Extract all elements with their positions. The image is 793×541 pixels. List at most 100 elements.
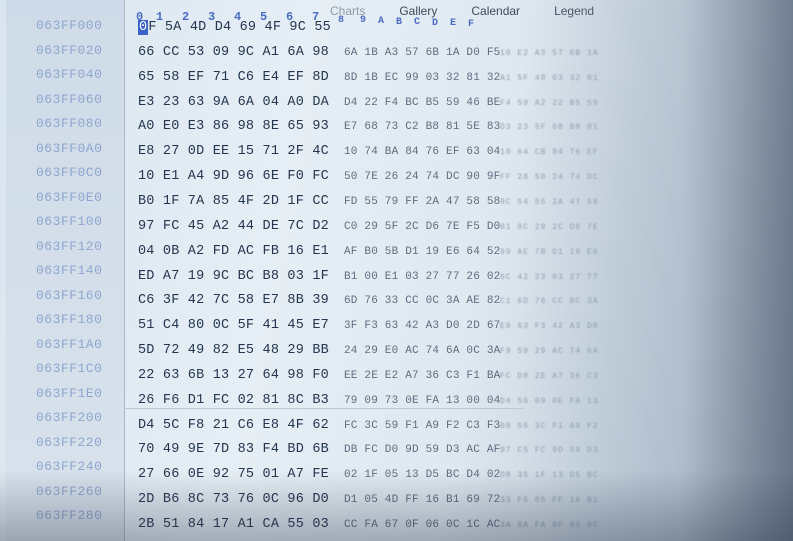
hex-bytes-tertiary: C1 6D 76 CC 0C 3A [500,297,599,307]
hex-bytes-secondary[interactable]: DB FC D0 9D 59 D3 AC AF [344,444,500,456]
row-address[interactable]: 063FF200 [36,410,102,425]
hex-bytes-secondary[interactable]: D4 22 F4 BC B5 59 46 BE [344,97,500,109]
hex-row[interactable]: A0 E0 E3 86 98 8E 65 93 E7 68 73 C2 B8 81… [138,119,599,134]
row-address[interactable]: 063FF020 [36,43,102,58]
hex-bytes-secondary[interactable]: 02 1F 05 13 D5 BC D4 02 [344,469,500,481]
hex-bytes-tertiary: 99 AE 7B D1 19 E6 [500,247,599,257]
hex-row[interactable]: B0 1F 7A 85 4F 2D 1F CC FD 55 79 FF 2A 47… [138,194,599,209]
row-address[interactable]: 063FF1C0 [36,361,102,376]
hex-row[interactable]: 65 58 EF 71 C6 E4 EF 8D 8D 1B EC 99 03 32… [138,70,599,85]
row-address[interactable]: 063FF1E0 [36,386,102,401]
row-address[interactable]: 063FF000 [36,18,102,33]
hex-row[interactable]: 04 0B A2 FD AC FB 16 E1 AF B0 5B D1 19 E6… [138,244,599,259]
row-address[interactable]: 063FF220 [36,435,102,450]
hex-bytes-secondary[interactable]: 50 7E 26 24 74 DC 90 9F [344,171,500,183]
hex-bytes-secondary[interactable]: 79 09 73 0E FA 13 00 04 [344,395,500,407]
hex-editor-screen: Charts Gallery Calendar Legend 012345678… [0,0,793,541]
hex-bytes-primary[interactable]: 2B 51 84 17 A1 CA 55 03 [138,517,344,532]
hex-row[interactable]: 26 F6 D1 FC 02 81 8C B3 79 09 73 0E FA 13… [138,393,599,408]
hex-bytes-primary[interactable]: A0 E0 E3 86 98 8E 65 93 [138,119,344,134]
row-address[interactable]: 063FF240 [36,459,102,474]
row-address[interactable]: 063FF100 [36,214,102,229]
hex-bytes-secondary[interactable]: EE 2E E2 A7 36 C3 F1 BA [344,370,500,382]
hex-bytes-primary[interactable]: 10 E1 A4 9D 96 6E F0 FC [138,169,344,184]
hex-row[interactable]: C6 3F 42 7C 58 E7 8B 39 6D 76 33 CC 0C 3A… [138,293,599,308]
hex-bytes-primary[interactable]: 70 49 9E 7D 83 F4 BD 6B [138,442,344,457]
hex-row[interactable]: ED A7 19 9C BC B8 03 1F B1 00 E1 03 27 77… [138,269,599,284]
hex-bytes-primary[interactable]: E3 23 63 9A 6A 04 A0 DA [138,95,344,110]
hex-bytes-secondary[interactable]: 6D 76 33 CC 0C 3A AE 82 [344,295,500,307]
hex-bytes-primary[interactable]: 51 C4 80 0C 5F 41 45 E7 [138,318,344,333]
hex-bytes-tertiary: FF 28 50 24 74 DC [500,173,599,183]
hex-row[interactable]: 22 63 6B 13 27 64 98 F0 EE 2E E2 A7 36 C3… [138,368,599,383]
hex-bytes-secondary[interactable]: 3F F3 63 42 A3 D0 2D 67 [344,320,500,332]
hex-bytes-primary[interactable]: E8 27 0D EE 15 71 2F 4C [138,144,344,159]
hex-bytes-primary[interactable]: C6 3F 42 7C 58 E7 8B 39 [138,293,344,308]
hex-bytes-tertiary: D3 23 5F 68 B8 81 [500,123,599,133]
hex-row[interactable]: 27 66 0E 92 75 01 A7 FE 02 1F 05 13 D5 BC… [138,467,599,482]
hex-bytes-secondary[interactable]: FD 55 79 FF 2A 47 58 58 [344,196,500,208]
tab-legend[interactable]: Legend [554,4,594,24]
hex-row[interactable]: 70 49 9E 7D 83 F4 BD 6B DB FC D0 9D 59 D3… [138,442,599,457]
hex-bytes-secondary[interactable]: 6A 1B A3 57 6B 1A D0 F5 [344,47,500,59]
hex-row[interactable]: 2B 51 84 17 A1 CA 55 03 CC FA 67 0F 06 0C… [138,517,599,532]
hex-bytes-primary[interactable]: 0F 5A 4D D4 69 4F 9C 55 [138,20,344,35]
row-address[interactable]: 063FF160 [36,288,102,303]
hex-bytes-tertiary: D4 56 09 0E FA 13 [500,396,599,406]
hex-row[interactable]: 0F 5A 4D D4 69 4F 9C 55 [138,20,500,35]
hex-bytes-secondary[interactable]: 10 74 BA 84 76 EF 63 04 [344,146,500,158]
row-address[interactable]: 063FF180 [36,312,102,327]
hex-bytes-tertiary: 9C 54 55 2A 47 58 [500,197,599,207]
hex-row[interactable]: E3 23 63 9A 6A 04 A0 DA D4 22 F4 BC B5 59… [138,95,599,110]
hex-row[interactable]: 2D B6 8C 73 76 0C 96 D0 D1 05 4D FF 16 B1… [138,492,599,507]
hex-bytes-primary[interactable]: 65 58 EF 71 C6 E4 EF 8D [138,70,344,85]
hex-bytes-rest: F 5A 4D D4 69 4F 9C 55 [148,20,331,35]
hex-row[interactable]: 51 C4 80 0C 5F 41 45 E7 3F F3 63 42 A3 D0… [138,318,599,333]
hex-bytes-secondary[interactable]: C0 29 5F 2C D6 7E F5 D0 [344,221,500,233]
hex-bytes-secondary[interactable]: B1 00 E1 03 27 77 26 02 [344,271,500,283]
hex-bytes-tertiary: 6C 42 23 03 27 77 [500,272,599,282]
hex-bytes-tertiary: F4 59 A2 22 B5 59 [500,98,599,108]
hex-bytes-tertiary: 08 55 3C F1 A9 F2 [500,421,599,431]
hex-bytes-secondary[interactable]: 8D 1B EC 99 03 32 81 32 [344,72,500,84]
hex-bytes-primary[interactable]: B0 1F 7A 85 4F 2D 1F CC [138,194,344,209]
row-address[interactable]: 063FF0A0 [36,141,102,156]
hex-bytes-secondary[interactable]: CC FA 67 0F 06 0C 1C AC [344,519,500,531]
hex-row[interactable]: 97 FC 45 A2 44 DE 7C D2 C0 29 5F 2C D6 7E… [138,219,599,234]
hex-row[interactable]: 10 E1 A4 9D 96 6E F0 FC 50 7E 26 24 74 DC… [138,169,599,184]
row-address[interactable]: 063FF1A0 [36,337,102,352]
hex-bytes-secondary[interactable]: E7 68 73 C2 B8 81 5E 83 [344,121,500,133]
hex-bytes-primary[interactable]: ED A7 19 9C BC B8 03 1F [138,269,344,284]
hex-bytes-primary[interactable]: 5D 72 49 82 E5 48 29 BB [138,343,344,358]
hex-row[interactable]: E8 27 0D EE 15 71 2F 4C 10 74 BA 84 76 EF… [138,144,599,159]
hex-bytes-primary[interactable]: 26 F6 D1 FC 02 81 8C B3 [138,393,344,408]
hex-bytes-primary[interactable]: 22 63 6B 13 27 64 98 F0 [138,368,344,383]
hex-bytes-secondary[interactable]: AF B0 5B D1 19 E6 64 52 [344,246,500,258]
cursor-cell[interactable]: 0 [138,20,149,35]
hex-row[interactable]: 5D 72 49 82 E5 48 29 BB 24 29 E0 AC 74 6A… [138,343,599,358]
row-address[interactable]: 063FF0C0 [36,165,102,180]
hex-bytes-primary[interactable]: 04 0B A2 FD AC FB 16 E1 [138,244,344,259]
hex-bytes-secondary[interactable]: 24 29 E0 AC 74 6A 0C 3A [344,345,500,357]
row-address[interactable]: 063FF280 [36,508,102,523]
hex-bytes-primary[interactable]: 97 FC 45 A2 44 DE 7C D2 [138,219,344,234]
hex-bytes-secondary[interactable]: FC 3C 59 F1 A9 F2 C3 F3 [344,420,500,432]
hex-bytes-primary[interactable]: 2D B6 8C 73 76 0C 96 D0 [138,492,344,507]
hex-bytes-secondary[interactable]: D1 05 4D FF 16 B1 69 72 [344,494,500,506]
row-address[interactable]: 063FF040 [36,67,102,82]
hex-bytes-tertiary: 01 0C 29 2C D6 7E [500,222,599,232]
address-column: 063FF000 063FF020 063FF040 063FF060 063FF080… [6,0,125,541]
row-address[interactable]: 063FF260 [36,484,102,499]
row-address[interactable]: 063FF120 [36,239,102,254]
hex-bytes-primary[interactable]: D4 5C F8 21 C6 E8 4F 62 [138,418,344,433]
hex-bytes-tertiary: 33 F5 05 FF 16 B1 [500,496,599,506]
hex-bytes-primary[interactable]: 66 CC 53 09 9C A1 6A 98 [138,45,344,60]
hex-bytes-primary[interactable]: 27 66 0E 92 75 01 A7 FE [138,467,344,482]
row-address[interactable]: 063FF140 [36,263,102,278]
row-address[interactable]: 063FF060 [36,92,102,107]
hex-row[interactable]: 66 CC 53 09 9C A1 6A 98 6A 1B A3 57 6B 1A… [138,45,599,60]
row-address[interactable]: 063FF0E0 [36,190,102,205]
hex-row[interactable]: D4 5C F8 21 C6 E8 4F 62 FC 3C 59 F1 A9 F2… [138,418,599,433]
row-address[interactable]: 063FF080 [36,116,102,131]
hex-bytes-tertiary: 3A 8A FA 0F 06 0C [500,521,599,530]
